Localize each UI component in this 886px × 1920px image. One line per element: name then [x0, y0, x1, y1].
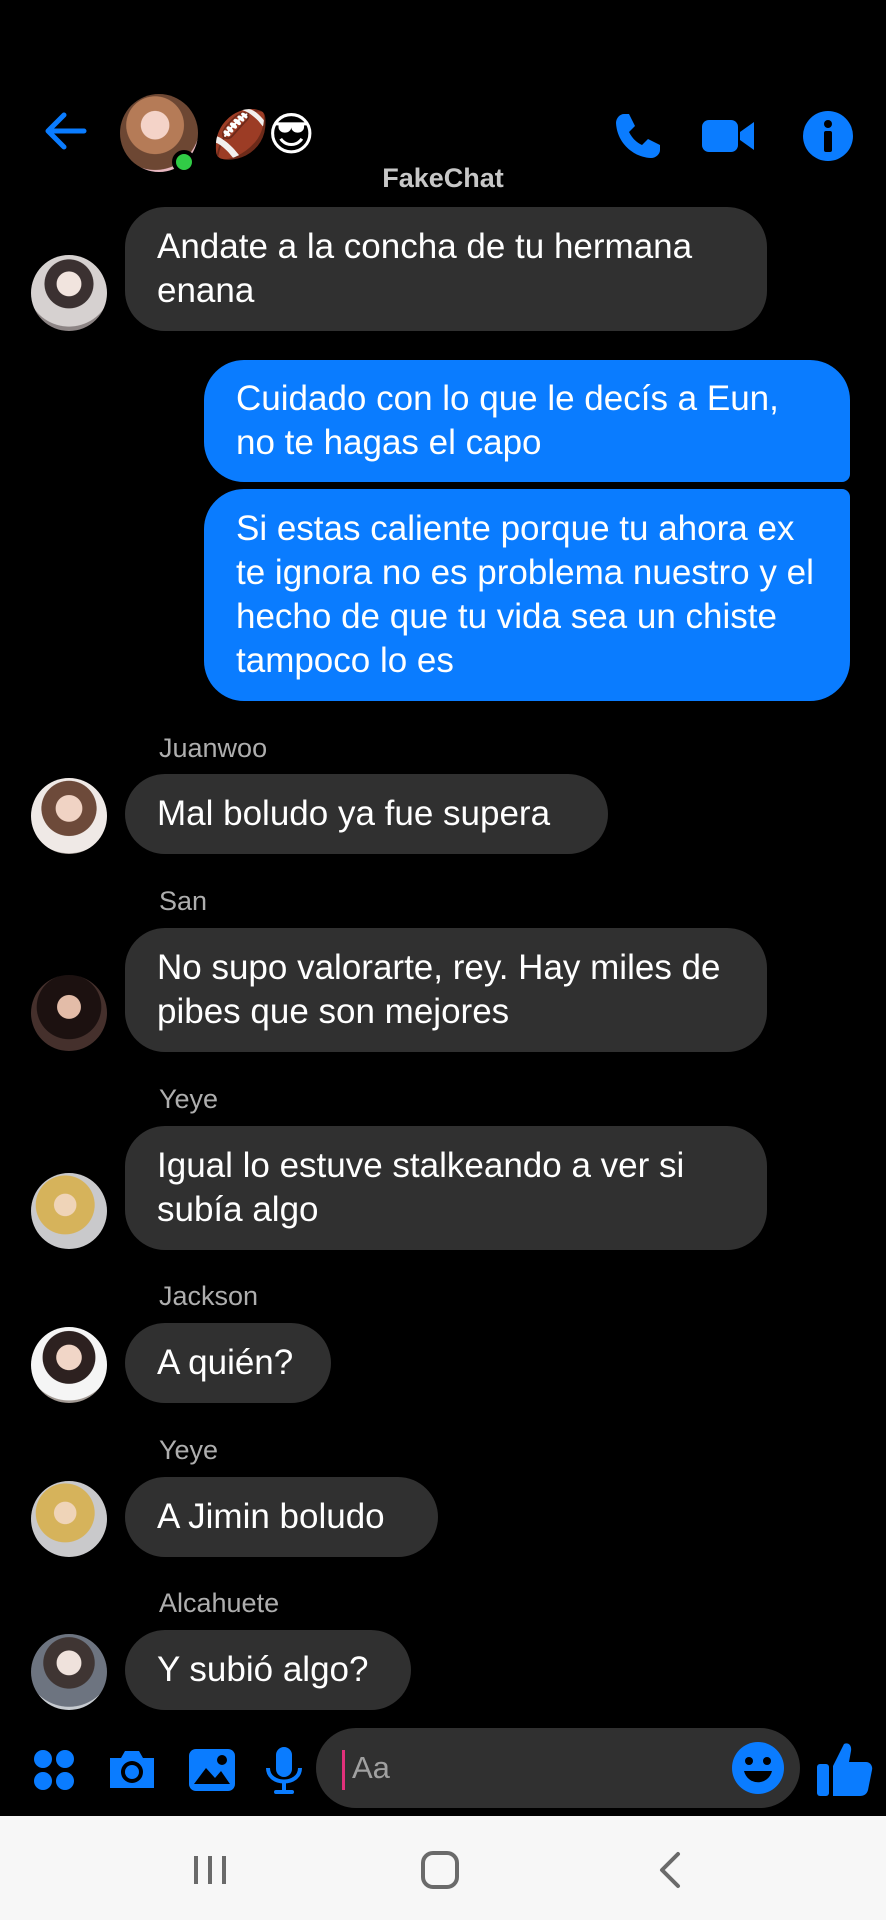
thumbs-up-icon[interactable] [814, 1738, 874, 1800]
message-text: Igual lo estuve stalkeando a ver si subí… [157, 1146, 685, 1229]
gallery-icon[interactable] [184, 1742, 240, 1798]
sender-name: Alcahuete [159, 1588, 280, 1618]
message-text: A quién? [157, 1343, 294, 1382]
message-text: A Jimin boludo [157, 1497, 385, 1536]
message-input[interactable] [352, 1743, 712, 1793]
microphone-icon[interactable] [256, 1742, 312, 1798]
message-input-container[interactable] [316, 1728, 800, 1808]
composer-bar [0, 1728, 886, 1812]
message-bubble-incoming[interactable]: Igual lo estuve stalkeando a ver si subí… [125, 1126, 767, 1250]
message-text: Andate a la concha de tu hermana enana [157, 227, 693, 310]
avatar[interactable] [31, 1634, 107, 1710]
message-text: No supo valorarte, rey. Hay miles de pib… [157, 948, 721, 1031]
sender-name: Yeye [159, 1435, 219, 1465]
message-list[interactable]: Andate a la concha de tu hermana enana C… [0, 0, 886, 1720]
sender-name: Juanwoo [159, 733, 268, 763]
back-icon[interactable] [650, 1848, 694, 1892]
message-bubble-incoming[interactable]: Y subió algo? [125, 1630, 411, 1710]
message-text: Si estas caliente porque tu ahora ex te … [236, 509, 814, 680]
message-bubble-outgoing[interactable]: Si estas caliente porque tu ahora ex te … [204, 489, 850, 701]
message-bubble-incoming[interactable]: A quién? [125, 1323, 331, 1403]
message-text: Y subió algo? [157, 1650, 369, 1689]
message-bubble-incoming[interactable]: A Jimin boludo [125, 1477, 438, 1557]
camera-icon[interactable] [104, 1742, 160, 1798]
recent-apps-icon[interactable] [188, 1848, 232, 1892]
message-bubble-incoming[interactable]: Mal boludo ya fue supera [125, 774, 608, 854]
emoji-icon[interactable] [730, 1740, 786, 1796]
message-text: Mal boludo ya fue supera [157, 794, 551, 833]
system-navigation-bar [0, 1816, 886, 1920]
avatar[interactable] [31, 255, 107, 331]
message-bubble-outgoing[interactable]: Cuidado con lo que le decís a Eun, no te… [204, 360, 850, 482]
message-bubble-incoming[interactable]: Andate a la concha de tu hermana enana [125, 207, 767, 331]
apps-grid-icon[interactable] [26, 1742, 82, 1798]
home-icon[interactable] [418, 1848, 462, 1892]
sender-name: Yeye [159, 1084, 219, 1114]
avatar[interactable] [31, 1327, 107, 1403]
avatar[interactable] [31, 778, 107, 854]
message-text: Cuidado con lo que le decís a Eun, no te… [236, 379, 779, 462]
sender-name: Jackson [159, 1281, 259, 1311]
sender-name: San [159, 886, 208, 916]
text-cursor [342, 1750, 345, 1790]
avatar[interactable] [31, 975, 107, 1051]
avatar[interactable] [31, 1481, 107, 1557]
avatar[interactable] [31, 1173, 107, 1249]
message-bubble-incoming[interactable]: No supo valorarte, rey. Hay miles de pib… [125, 928, 767, 1052]
